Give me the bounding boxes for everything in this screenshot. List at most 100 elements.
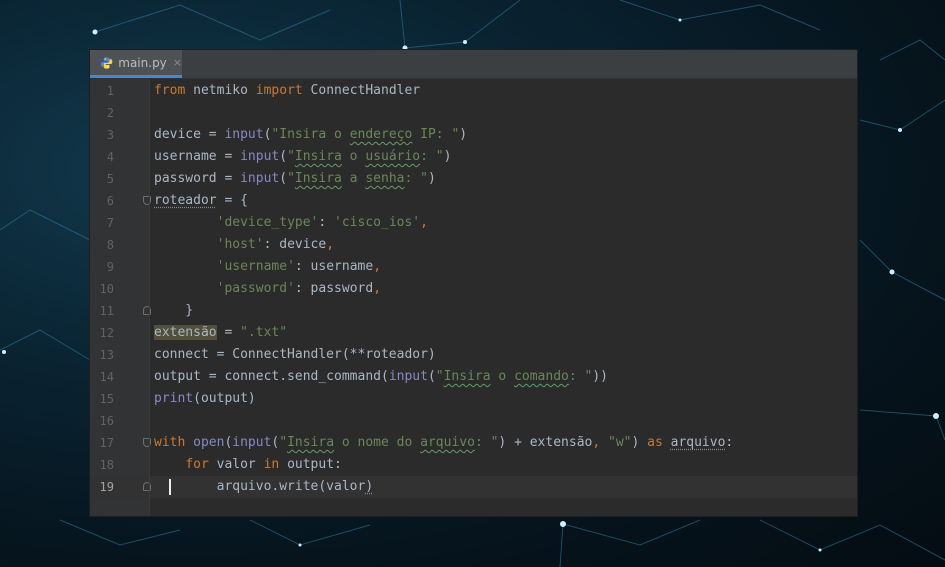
line-number: 4 bbox=[106, 150, 114, 164]
gutter-divider bbox=[149, 79, 150, 516]
code-line[interactable]: 15 print(output) bbox=[90, 388, 857, 410]
code-text: password = input("Insira a senha: ") bbox=[154, 168, 436, 190]
code-text: 'device_type': 'cisco_ios', bbox=[154, 212, 428, 234]
code-token: arquivo bbox=[420, 435, 475, 450]
code-token: (output) bbox=[193, 391, 256, 406]
code-line[interactable]: 1 from netmiko import ConnectHandler bbox=[90, 80, 857, 102]
code-line[interactable]: 11 } bbox=[90, 300, 857, 322]
code-token: , bbox=[592, 435, 601, 450]
code-token: import bbox=[255, 83, 303, 98]
code-line[interactable]: 9 'username': username, bbox=[90, 256, 857, 278]
code-text: username = input("Insira o usuário: ") bbox=[154, 146, 451, 168]
code-token: open bbox=[193, 435, 225, 450]
code-token: input bbox=[240, 171, 280, 186]
code-token: , bbox=[420, 215, 428, 230]
tab-main-py[interactable]: main.py × bbox=[90, 50, 182, 78]
line-number: 18 bbox=[99, 458, 114, 472]
code-line[interactable]: 6 roteador = { bbox=[90, 190, 857, 212]
tab-label: main.py bbox=[118, 55, 167, 70]
code-line[interactable]: 2 bbox=[90, 102, 857, 124]
code-token: ) bbox=[427, 171, 436, 186]
code-token: ( bbox=[427, 369, 436, 384]
code-text: 'password': password, bbox=[154, 278, 381, 300]
code-line[interactable]: 19 arquivo.write(valor) bbox=[90, 476, 857, 498]
code-token: ) bbox=[631, 435, 648, 450]
code-text: 'host': device, bbox=[154, 234, 334, 256]
code-token: endereço bbox=[349, 127, 413, 142]
code-line[interactable]: 18 for valor in output: bbox=[90, 454, 857, 476]
code-line[interactable]: 13 connect = ConnectHandler(**roteador) bbox=[90, 344, 857, 366]
code-line[interactable]: 3 device = input("Insira o endereço IP: "… bbox=[90, 124, 857, 146]
line-number: 10 bbox=[99, 282, 114, 296]
code-token: ) bbox=[443, 149, 452, 164]
code-token: output: bbox=[279, 457, 342, 472]
code-token: " bbox=[279, 435, 288, 450]
code-text: with open(input("Insira o nome do arquiv… bbox=[154, 432, 733, 454]
code-text: output = connect.send_command(input("Ins… bbox=[154, 366, 608, 388]
code-token: : bbox=[725, 435, 734, 450]
line-number: 15 bbox=[99, 392, 114, 406]
code-token: "Insira o bbox=[271, 127, 350, 142]
code-line[interactable]: 16 bbox=[90, 410, 857, 432]
code-token: : username bbox=[294, 259, 374, 274]
code-token: output = connect.send_command( bbox=[154, 369, 389, 384]
code-token: password = bbox=[154, 171, 241, 186]
code-token: as bbox=[647, 435, 671, 450]
code-token: Insira bbox=[294, 149, 342, 164]
code-line[interactable]: 5 password = input("Insira a senha: ") bbox=[90, 168, 857, 190]
code-token: : " bbox=[474, 435, 499, 450]
code-token: 'password' bbox=[216, 281, 295, 296]
code-token: from bbox=[154, 83, 186, 98]
code-token: input bbox=[224, 127, 264, 142]
line-number: 6 bbox=[106, 194, 114, 208]
code-token: comando bbox=[514, 369, 569, 384]
code-token: arquivo bbox=[670, 435, 726, 450]
code-token: "w" bbox=[608, 435, 632, 450]
code-area[interactable]: 1 from netmiko import ConnectHandler 2 3 dev… bbox=[90, 79, 857, 516]
code-token: connect = ConnectHandler(**roteador) bbox=[154, 347, 436, 362]
code-token: input bbox=[388, 369, 428, 384]
line-number: 17 bbox=[99, 436, 114, 450]
code-token: ( bbox=[279, 171, 288, 186]
code-text: connect = ConnectHandler(**roteador) bbox=[154, 344, 436, 366]
code-token: : device bbox=[263, 237, 327, 252]
code-line[interactable]: 10 'password': password, bbox=[90, 278, 857, 300]
code-text: device = input("Insira o endereço IP: ") bbox=[154, 124, 467, 146]
code-token: extensão bbox=[154, 325, 217, 340]
code-token: : bbox=[318, 215, 335, 230]
code-token: = { bbox=[216, 193, 248, 208]
code-line[interactable]: 17 with open(input("Insira o nome do arqu… bbox=[90, 432, 857, 454]
code-text: from netmiko import ConnectHandler bbox=[154, 80, 420, 102]
code-token: valor bbox=[208, 457, 264, 472]
tab-close-icon[interactable]: × bbox=[173, 56, 182, 69]
code-token: , bbox=[373, 281, 382, 296]
code-token: usuário bbox=[365, 149, 421, 164]
python-file-icon bbox=[100, 56, 113, 69]
code-token: : " bbox=[404, 171, 428, 186]
code-line[interactable]: 8 'host': device, bbox=[90, 234, 857, 256]
code-editor-window: main.py × 1 from netmiko import ConnectHa… bbox=[90, 50, 857, 516]
code-token: netmiko bbox=[185, 83, 256, 98]
code-line[interactable]: 4 username = input("Insira o usuário: ") bbox=[90, 146, 857, 168]
line-number: 5 bbox=[106, 172, 114, 186]
code-line[interactable]: 14 output = connect.send_command(input("I… bbox=[90, 366, 857, 388]
line-number: 11 bbox=[99, 304, 114, 318]
code-token: input bbox=[232, 435, 272, 450]
code-token: senha bbox=[365, 171, 405, 186]
code-token: Insira bbox=[294, 171, 342, 186]
line-number: 3 bbox=[106, 128, 114, 142]
code-token: ConnectHandler bbox=[302, 83, 421, 98]
code-token: o bbox=[341, 149, 366, 164]
code-line[interactable]: 12 extensão = ".txt" bbox=[90, 322, 857, 344]
code-token: a bbox=[341, 171, 366, 186]
code-token: 'device_type' bbox=[216, 215, 319, 230]
code-text: arquivo.write(valor) bbox=[154, 476, 374, 498]
code-token: for bbox=[185, 457, 209, 472]
code-line[interactable]: 7 'device_type': 'cisco_ios', bbox=[90, 212, 857, 234]
code-token: " bbox=[435, 369, 444, 384]
code-token: in bbox=[263, 457, 280, 472]
code-token: ) bbox=[459, 127, 468, 142]
